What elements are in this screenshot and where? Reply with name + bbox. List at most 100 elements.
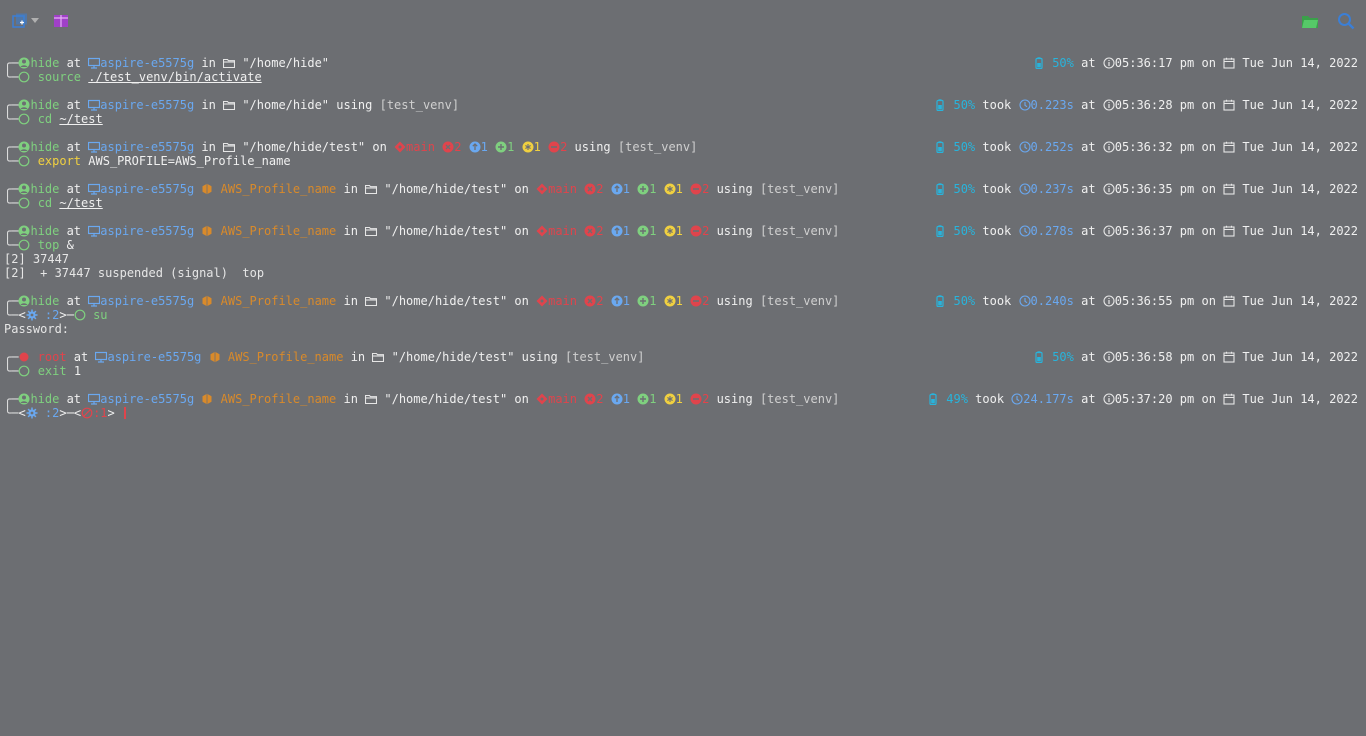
clock-icon bbox=[1103, 392, 1115, 406]
prompt-date: Tue Jun 14, 2022 bbox=[1235, 56, 1358, 70]
prompt-block: ╭─ hide at aspire-e5575g AWS_Profile_name… bbox=[4, 392, 1358, 420]
git-branch-icon bbox=[536, 392, 548, 406]
command-name: cd bbox=[37, 112, 53, 126]
prompt-gutter: ╰─ bbox=[4, 112, 19, 126]
search-icon[interactable] bbox=[1336, 11, 1356, 31]
git-deleted-count: 2 bbox=[454, 140, 462, 154]
prompt-at: at bbox=[1073, 294, 1103, 308]
prompt-venv: [test_venv] bbox=[617, 140, 698, 154]
git-added-count: 1 bbox=[649, 182, 657, 196]
git-ahead-count: 1 bbox=[622, 392, 630, 406]
aws-icon bbox=[201, 392, 213, 406]
aws-icon bbox=[201, 224, 213, 238]
prompt-path: "/home/hide/test" bbox=[377, 294, 508, 308]
host-icon bbox=[88, 140, 101, 154]
text-cursor[interactable] bbox=[123, 407, 126, 419]
git-modified-icon bbox=[664, 392, 676, 406]
battery-level: 50% bbox=[946, 224, 976, 238]
background-jobs: :2 bbox=[37, 406, 60, 420]
prompt-at: at bbox=[59, 392, 89, 406]
command-line: ╰─ export AWS_PROFILE=AWS_Profile_name bbox=[4, 154, 1358, 168]
battery-icon bbox=[1033, 350, 1045, 364]
prompt-date: Tue Jun 14, 2022 bbox=[1235, 294, 1358, 308]
prompt-on: on bbox=[1194, 56, 1224, 70]
clock-icon bbox=[1103, 98, 1115, 112]
battery-level: 49% bbox=[939, 392, 968, 406]
command-args: ./test_venv/bin/activate bbox=[88, 70, 262, 84]
prompt-time: 05:36:37 pm bbox=[1114, 224, 1195, 238]
command-output: [2] + 37447 suspended (signal) top bbox=[4, 266, 265, 280]
prompt-host: aspire-e5575g bbox=[100, 140, 195, 154]
git-deleted-icon bbox=[584, 182, 596, 196]
toolbar bbox=[0, 0, 1366, 42]
calendar-icon bbox=[1223, 98, 1235, 112]
git-modified-icon bbox=[664, 182, 676, 196]
command-args: AWS_PROFILE=AWS_Profile_name bbox=[88, 154, 291, 168]
command-input-line[interactable]: ╰─< :2>─<:1> bbox=[4, 406, 1358, 420]
prompt-at: at bbox=[1073, 98, 1103, 112]
git-deleted-icon bbox=[584, 294, 596, 308]
prompt-on: on bbox=[507, 224, 537, 238]
host-icon bbox=[95, 350, 108, 364]
git-ahead-count: 1 bbox=[622, 182, 630, 196]
git-untracked-icon bbox=[548, 140, 560, 154]
clock-icon bbox=[1103, 350, 1115, 364]
prompt-using: using bbox=[709, 392, 760, 406]
prompt-block: ╭─ hide at aspire-e5575g in "/home/hide" … bbox=[4, 98, 1358, 126]
prompt-user: hide bbox=[30, 140, 60, 154]
prompt-gutter: ╭─ bbox=[4, 350, 19, 364]
dropdown-icon[interactable] bbox=[28, 11, 42, 31]
command-name: cd bbox=[37, 196, 53, 210]
git-branch-icon bbox=[536, 182, 548, 196]
prompt-time: 05:36:55 pm bbox=[1114, 294, 1195, 308]
prompt-date: Tue Jun 14, 2022 bbox=[1235, 224, 1358, 238]
user-icon bbox=[18, 182, 30, 196]
timer-icon bbox=[1018, 294, 1031, 308]
split-view-icon[interactable] bbox=[51, 11, 71, 31]
prompt-in: in bbox=[194, 98, 224, 112]
command-duration: 0.240s bbox=[1030, 294, 1074, 308]
terminal-output[interactable]: ╭─ hide at aspire-e5575g in "/home/hide" … bbox=[4, 56, 1358, 434]
prompt-on: on bbox=[1194, 350, 1224, 364]
gear-icon bbox=[26, 406, 38, 420]
battery-icon bbox=[934, 98, 946, 112]
prompt-time: 05:36:17 pm bbox=[1114, 56, 1195, 70]
prompt-at: at bbox=[59, 224, 89, 238]
prompt-on: on bbox=[1194, 140, 1224, 154]
git-deleted-icon bbox=[584, 224, 596, 238]
prompt-gutter: ╭─ bbox=[4, 224, 19, 238]
git-added-icon bbox=[495, 140, 507, 154]
prompt-in: in bbox=[194, 56, 224, 70]
prompt-host: aspire-e5575g bbox=[100, 392, 195, 406]
git-ahead-icon bbox=[611, 224, 623, 238]
error-icon bbox=[81, 406, 93, 420]
prompt-block: ╭─ root at aspire-e5575g AWS_Profile_nam… bbox=[4, 350, 1358, 378]
prompt-path: "/home/hide/test" bbox=[377, 182, 508, 196]
new-tab-icon[interactable] bbox=[10, 11, 30, 31]
prompt-host: aspire-e5575g bbox=[100, 56, 195, 70]
timer-icon bbox=[1018, 182, 1031, 196]
clock-icon bbox=[1103, 294, 1115, 308]
git-ahead-icon bbox=[611, 294, 623, 308]
prompt-on: on bbox=[507, 294, 537, 308]
prompt-path: "/home/hide/test" bbox=[377, 392, 508, 406]
open-folder-icon[interactable] bbox=[1300, 11, 1320, 31]
command-output: [2] 37447 bbox=[4, 252, 70, 266]
prompt-info-line: ╭─ hide at aspire-e5575g AWS_Profile_name… bbox=[4, 182, 1358, 196]
prompt-user: root bbox=[30, 350, 67, 364]
timer-icon bbox=[1018, 224, 1031, 238]
prompt-at: at bbox=[1073, 350, 1103, 364]
prompt-on: on bbox=[1194, 182, 1224, 196]
git-deleted-icon bbox=[442, 140, 454, 154]
prompt-block: ╭─ hide at aspire-e5575g AWS_Profile_name… bbox=[4, 224, 1358, 280]
root-user-icon bbox=[18, 350, 30, 364]
command-args: ~/test bbox=[59, 112, 103, 126]
prompt-in: in bbox=[194, 140, 224, 154]
prompt-path: "/home/hide" bbox=[235, 98, 330, 112]
prompt-gutter: ╭─ bbox=[4, 392, 19, 406]
folder-icon bbox=[372, 350, 385, 364]
prompt-at: at bbox=[66, 350, 96, 364]
folder-icon bbox=[223, 140, 236, 154]
git-ahead-icon bbox=[469, 140, 481, 154]
git-modified-count: 1 bbox=[675, 182, 683, 196]
